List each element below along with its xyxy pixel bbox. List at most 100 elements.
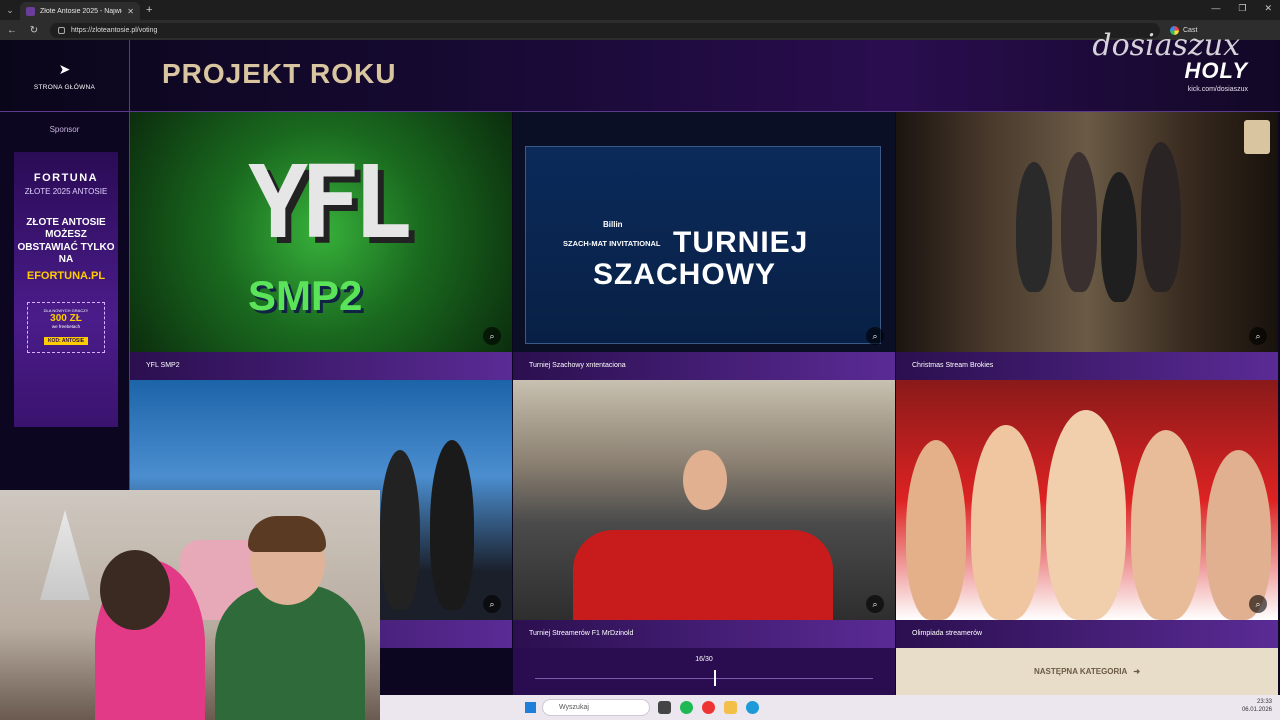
nominee-image: Billin SZACH-MAT INVITATIONAL TURNIEJ SZ…: [513, 112, 895, 352]
site-info-icon[interactable]: [58, 26, 65, 34]
window-controls: — ❐ ✕: [1211, 3, 1272, 14]
nominee-image: YFL SMP2: [130, 112, 512, 352]
nominee-caption: YFL SMP2: [130, 352, 512, 380]
photo-person: [1206, 450, 1271, 620]
streamer-person: [215, 585, 365, 720]
tab-title: Złote Antosie 2025 - Największy: [40, 7, 122, 15]
spotify-icon[interactable]: [680, 701, 693, 714]
file-explorer-icon[interactable]: [724, 701, 737, 714]
ad-promo-sub: we freebetach: [51, 323, 81, 329]
address-bar: ← ↻ https://zloteantosie.pl/voting Cast: [0, 20, 1280, 40]
streamer-hair: [100, 550, 170, 630]
nominee-card[interactable]: Billin SZACH-MAT INVITATIONAL TURNIEJ SZ…: [513, 112, 895, 380]
zoom-icon[interactable]: ⌕: [1249, 327, 1267, 345]
nominee-card[interactable]: ⌕ Christmas Stream Brokies: [896, 112, 1278, 380]
screen: ⌄ Złote Antosie 2025 - Największy ✕ + — …: [0, 0, 1280, 720]
ad-event: ZŁOTE 2025 ANTOSIE: [24, 187, 108, 196]
sponsor-ad[interactable]: FORTUNA ZŁOTE 2025 ANTOSIE ZŁOTE ANTOSIE…: [14, 152, 118, 427]
ad-promo-code: KOD: ANTOSIE: [43, 336, 89, 345]
task-view-icon[interactable]: [658, 701, 671, 714]
webcam-overlay: [0, 490, 380, 720]
chess-subtitle: SZACH-MAT INVITATIONAL: [563, 239, 661, 248]
favicon-icon: [26, 6, 35, 16]
progress-indicator: 16/30: [513, 648, 895, 695]
photo-person: [380, 450, 420, 610]
ad-site: EFORTUNA.PL: [26, 269, 106, 282]
streamer-hair: [248, 516, 326, 552]
ad-promo-amount: 300 ZŁ: [50, 312, 82, 324]
back-icon[interactable]: ←: [6, 25, 18, 36]
nominee-caption: Turniej Streamerów F1 MrDzinold: [513, 620, 895, 648]
ad-slogan: ZŁOTE ANTOSIE MOŻESZ OBSTAWIAĆ TYLKO NA: [17, 216, 115, 266]
nominee-image: [896, 112, 1278, 352]
ad-promo: DLA NOWYCH GRACZY 300 ZŁ we freebetach K…: [27, 301, 105, 353]
edge-icon[interactable]: [746, 701, 759, 714]
reload-icon[interactable]: ↻: [28, 25, 40, 36]
chess-brand: Billin: [603, 220, 623, 229]
f1-car: [573, 530, 833, 620]
minimize-icon[interactable]: —: [1211, 3, 1220, 14]
next-category-label: NASTĘPNA KATEGORIA: [1033, 667, 1128, 676]
nominee-caption: Turniej Szachowy xntentaciona: [513, 352, 895, 380]
photo-person: [1046, 410, 1126, 620]
photo-person: [1016, 162, 1052, 292]
app-icon[interactable]: [702, 701, 715, 714]
nominee-caption: Olimpiada streamerów: [896, 620, 1278, 648]
stream-watermark: dosiaszux: [1092, 28, 1240, 63]
christmas-tree: [40, 510, 90, 600]
browser-tab-bar: ⌄ Złote Antosie 2025 - Największy ✕ + — …: [0, 0, 1280, 20]
photo-person: [1101, 172, 1137, 302]
clock-time: 23:33: [1256, 699, 1272, 705]
photo-person: [683, 450, 727, 510]
browser-tab[interactable]: Złote Antosie 2025 - Największy ✕: [20, 2, 140, 20]
zoom-icon[interactable]: ⌕: [1249, 595, 1267, 613]
windows-start-icon[interactable]: [525, 702, 536, 713]
nominee-image: [513, 380, 895, 620]
arrow-right-icon: ➜: [1133, 667, 1141, 676]
yfl-smp-text: SMP2: [248, 272, 363, 319]
taskbar-search[interactable]: Wyszukaj: [542, 699, 650, 716]
zoom-icon[interactable]: ⌕: [866, 595, 884, 613]
progress-thumb: [714, 670, 717, 686]
nominee-card[interactable]: YFL SMP2 ⌕ YFL SMP2: [130, 112, 512, 380]
brand-logo: HOLY kick.com/dosiaszux: [1185, 58, 1248, 93]
url-field[interactable]: https://zloteantosie.pl/voting: [50, 22, 1160, 38]
zoom-icon[interactable]: ⌕: [483, 327, 501, 345]
search-placeholder: Wyszukaj: [559, 704, 589, 711]
photo-person: [1141, 142, 1181, 292]
close-tab-icon[interactable]: ✕: [127, 7, 134, 16]
new-tab-icon[interactable]: +: [146, 4, 152, 16]
progress-counter: 16/30: [695, 656, 713, 663]
clock-date: 06.01.2026: [1241, 707, 1272, 714]
home-label: STRONA GŁÓWNA: [33, 84, 96, 91]
photo-person: [906, 440, 966, 620]
nominee-image: [896, 380, 1278, 620]
yfl-logo-text: YFL: [248, 144, 413, 261]
url-text: https://zloteantosie.pl/voting: [71, 26, 158, 34]
zoom-icon[interactable]: ⌕: [866, 327, 884, 345]
ad-brand: FORTUNA: [33, 172, 99, 184]
zoom-icon[interactable]: ⌕: [483, 595, 501, 613]
photo-person: [430, 440, 474, 610]
photo-person: [971, 425, 1041, 620]
chess-title-line2: SZACHOWY: [593, 258, 776, 291]
page-title: PROJEKT ROKU: [162, 58, 397, 89]
brand-sub: kick.com/dosiaszux: [1187, 86, 1248, 93]
nominee-card[interactable]: ⌕ Olimpiada streamerów: [896, 380, 1278, 648]
nominee-card[interactable]: ⌕ Turniej Streamerów F1 MrDzinold: [513, 380, 895, 648]
award-icon: [1244, 120, 1270, 154]
close-window-icon[interactable]: ✕: [1264, 3, 1272, 14]
nominee-caption: Christmas Stream Brokies: [896, 352, 1278, 380]
system-clock[interactable]: 23:33 06.01.2026: [1242, 698, 1272, 715]
progress-track: [535, 678, 873, 679]
sponsor-label: Sponsor: [49, 125, 80, 134]
home-link[interactable]: ➤ STRONA GŁÓWNA: [0, 40, 130, 112]
photo-person: [1061, 152, 1097, 292]
photo-person: [1131, 430, 1201, 620]
maximize-icon[interactable]: ❐: [1238, 3, 1246, 14]
next-category-button[interactable]: NASTĘPNA KATEGORIA ➜: [896, 648, 1278, 695]
taskbar: Wyszukaj 23:33 06.01.2026: [380, 695, 1280, 720]
chess-title-line1: TURNIEJ: [673, 226, 809, 259]
home-arrow-icon: ➤: [58, 61, 71, 77]
tab-list-chevron-icon[interactable]: ⌄: [0, 0, 20, 20]
